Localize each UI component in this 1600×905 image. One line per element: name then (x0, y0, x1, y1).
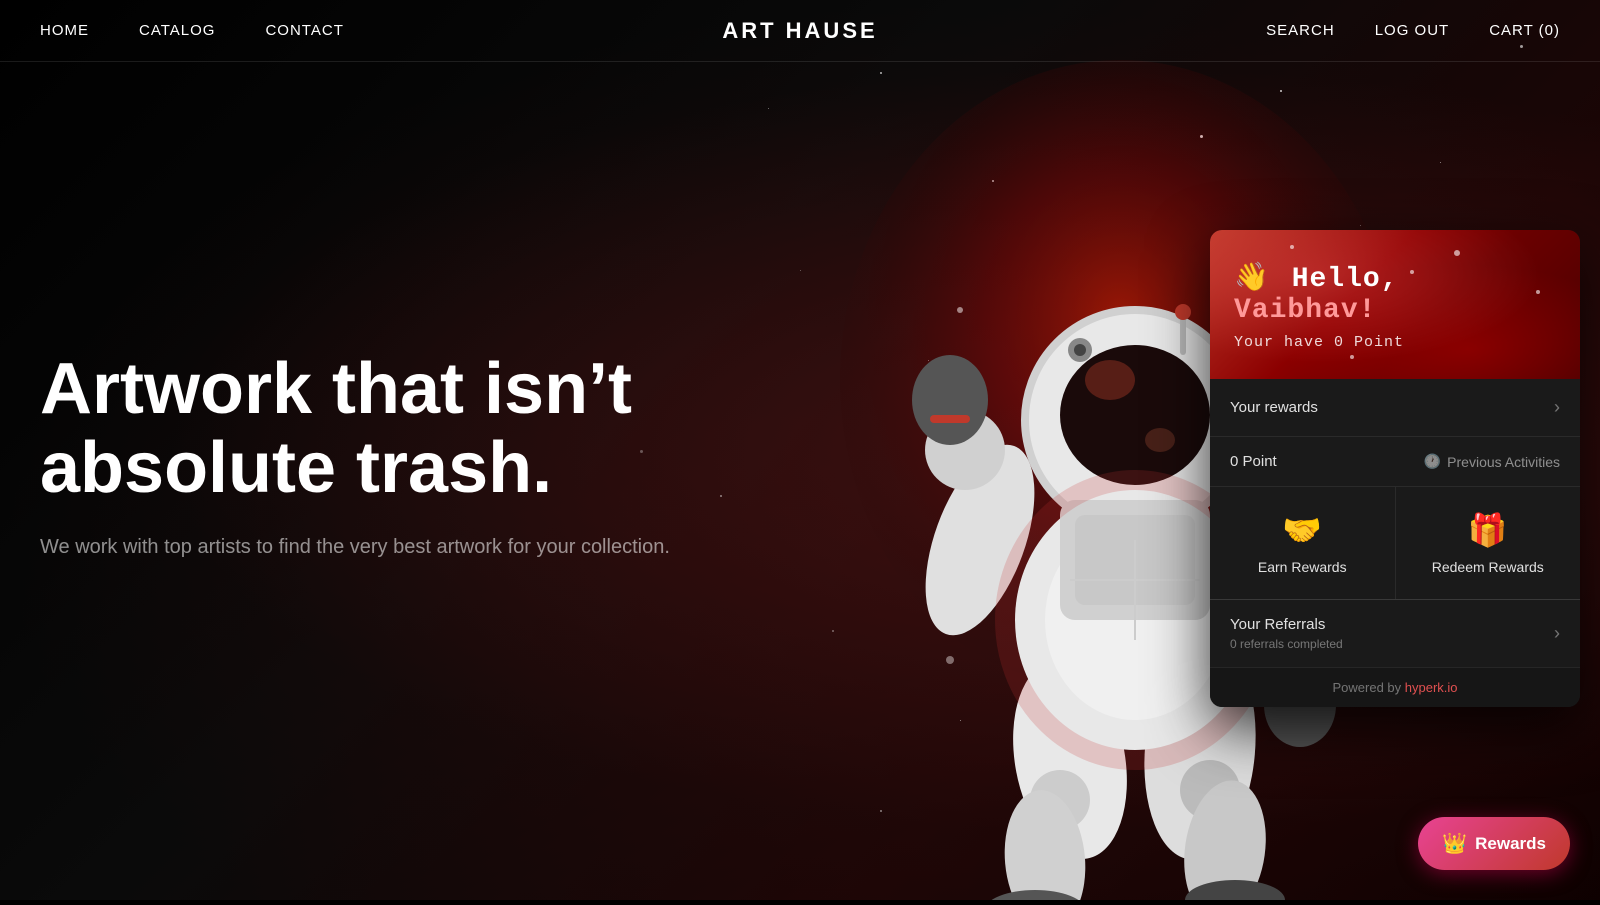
nav-cart[interactable]: CART (0) (1489, 22, 1560, 39)
previous-activities-btn[interactable]: 🕐 Previous Activities (1424, 453, 1560, 470)
crown-icon: 👑 (1442, 831, 1467, 856)
nav-catalog[interactable]: CATALOG (139, 22, 215, 39)
navigation: HOME CATALOG CONTACT ART HAUSE SEARCH LO… (0, 0, 1600, 62)
rewards-header: 👋 Hello, Vaibhav! Your have 0 Point (1210, 230, 1580, 379)
rewards-footer: Powered by hyperk.io (1210, 667, 1580, 707)
earn-rewards-card[interactable]: 🤝 Earn Rewards (1210, 487, 1395, 599)
rewards-button-label: Rewards (1475, 834, 1546, 854)
redeem-rewards-icon: 🎁 (1468, 511, 1508, 549)
referrals-sub: 0 referrals completed (1230, 637, 1343, 651)
your-rewards-row[interactable]: Your rewards › (1210, 379, 1580, 437)
nav-search[interactable]: SEARCH (1266, 22, 1335, 39)
points-row: 0 Point 🕐 Previous Activities (1210, 437, 1580, 487)
redeem-rewards-card[interactable]: 🎁 Redeem Rewards (1396, 487, 1581, 599)
wave-emoji: 👋 (1234, 260, 1270, 295)
referrals-chevron: › (1554, 623, 1560, 644)
points-value: 0 Point (1230, 453, 1277, 470)
referrals-info: Your Referrals 0 referrals completed (1230, 616, 1343, 651)
greeting-prefix: Hello, (1292, 264, 1399, 295)
sparkle-4 (1454, 250, 1460, 256)
rewards-greeting: 👋 Hello, Vaibhav! (1234, 260, 1556, 326)
hero-subtitle: We work with top artists to find the ver… (40, 532, 720, 562)
rewards-panel: 👋 Hello, Vaibhav! Your have 0 Point Your… (1210, 230, 1580, 707)
history-icon: 🕐 (1424, 453, 1441, 470)
hyperk-link[interactable]: hyperk.io (1405, 680, 1458, 695)
rewards-body: Your rewards › 0 Point 🕐 Previous Activi… (1210, 379, 1580, 707)
nav-contact[interactable]: CONTACT (265, 22, 343, 39)
your-rewards-chevron: › (1554, 397, 1560, 418)
brand-title: ART HAUSE (722, 18, 877, 44)
referrals-label: Your Referrals (1230, 616, 1343, 633)
nav-left: HOME CATALOG CONTACT (40, 22, 344, 39)
rewards-points-display: Your have 0 Point (1234, 334, 1556, 351)
your-rewards-label: Your rewards (1230, 399, 1318, 416)
referrals-row[interactable]: Your Referrals 0 referrals completed › (1210, 600, 1580, 667)
sparkle-5 (1350, 355, 1354, 359)
hero-title: Artwork that isn’t absolute trash. (40, 350, 720, 508)
hero-section: Artwork that isn’t absolute trash. We wo… (40, 350, 720, 562)
earn-rewards-icon: 🤝 (1282, 511, 1322, 549)
rewards-float-button[interactable]: 👑 Rewards (1418, 817, 1570, 870)
powered-by-text: Powered by (1332, 680, 1404, 695)
nav-home[interactable]: HOME (40, 22, 89, 39)
sparkle-1 (1290, 245, 1294, 249)
nav-right: SEARCH LOG OUT CART (0) (1266, 22, 1560, 39)
rewards-action-cards: 🤝 Earn Rewards 🎁 Redeem Rewards (1210, 487, 1580, 600)
nav-logout[interactable]: LOG OUT (1375, 22, 1450, 39)
earn-rewards-label: Earn Rewards (1258, 559, 1347, 575)
redeem-rewards-label: Redeem Rewards (1432, 559, 1544, 575)
previous-activities-label: Previous Activities (1447, 454, 1560, 470)
greeting-name: Vaibhav! (1234, 295, 1376, 326)
